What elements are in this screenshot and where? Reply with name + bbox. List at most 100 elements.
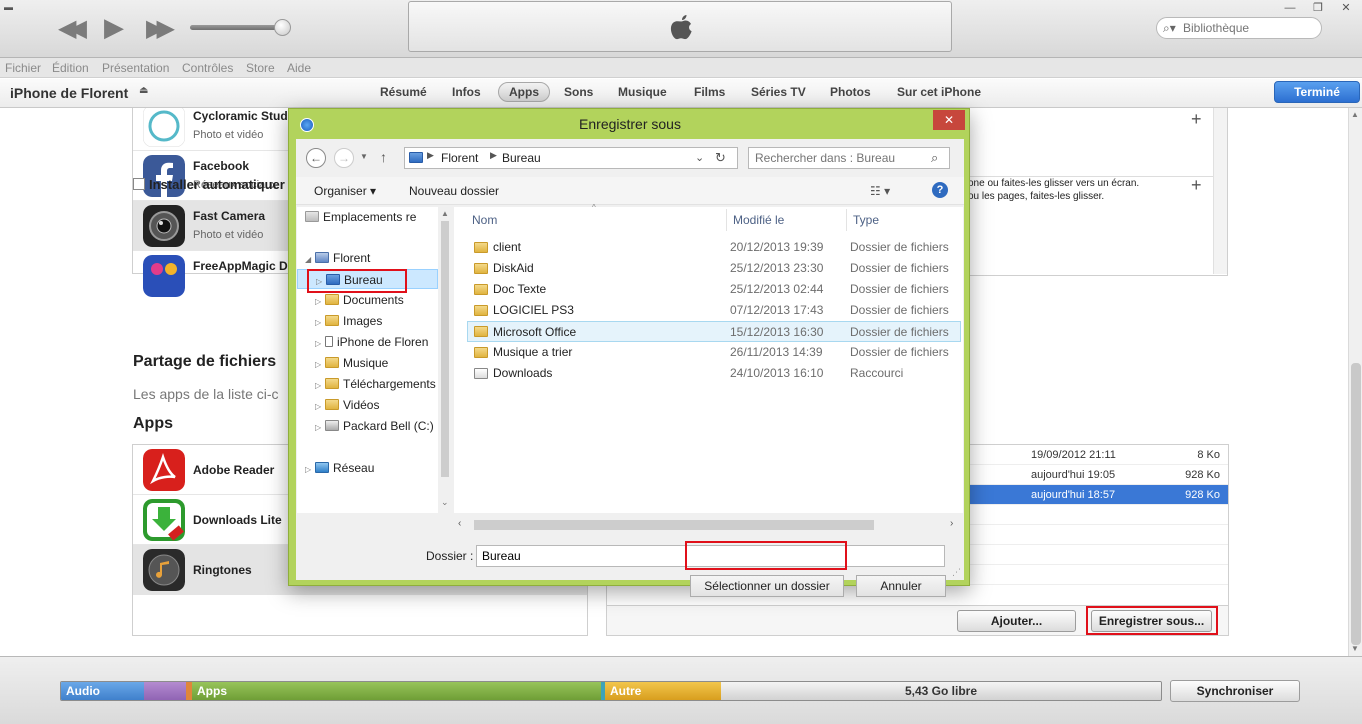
maximize-icon[interactable]: ❐ <box>1304 0 1332 18</box>
minimize-icon[interactable]: — <box>1276 0 1304 18</box>
tree-item-florent[interactable]: ◢ Florent <box>305 248 370 268</box>
folder-icon <box>474 347 488 358</box>
volume-knob[interactable] <box>274 19 291 36</box>
eject-icon[interactable]: ⏏ <box>139 85 148 96</box>
table-row[interactable]: Downloads 24/10/2013 16:10 Raccourci <box>468 363 962 384</box>
collapsed-arrow-icon[interactable]: ▷ <box>315 292 325 312</box>
menu-presentation[interactable]: Présentation <box>102 61 169 75</box>
dialog-search-input[interactable] <box>755 151 925 165</box>
menu-store[interactable]: Store <box>246 61 275 75</box>
fast-forward-icon[interactable]: ▶▶ <box>146 14 175 43</box>
library-search-box[interactable]: ⌕▾ <box>1156 17 1322 39</box>
capacity-free-segment: 5,43 Go libre <box>721 682 1161 700</box>
device-name[interactable]: iPhone de Florent <box>10 85 128 101</box>
tree-item-videos[interactable]: ▷ Vidéos <box>315 395 379 415</box>
recent-locations-chevron-icon[interactable]: ▼ <box>360 152 368 161</box>
table-row[interactable]: Microsoft Office 15/12/2013 16:30 Dossier … <box>467 321 961 342</box>
tab-resume[interactable]: Résumé <box>380 85 427 99</box>
tree-item-reseau[interactable]: ▷ Réseau <box>305 458 374 478</box>
collapsed-arrow-icon[interactable]: ▷ <box>315 418 325 438</box>
cancel-button[interactable]: Annuler <box>856 575 946 597</box>
select-folder-button[interactable]: Sélectionner un dossier <box>690 575 844 597</box>
resize-grip-icon[interactable]: ⋰ <box>952 567 961 578</box>
scroll-thumb[interactable] <box>441 221 449 477</box>
breadcrumb-bureau[interactable]: Bureau <box>502 151 541 165</box>
tab-photos[interactable]: Photos <box>830 85 871 99</box>
view-options-icon[interactable]: ☷ ▾ <box>870 184 890 198</box>
save-as-highlight-box <box>1086 606 1218 635</box>
file-list-hscrollbar[interactable]: ‹ › <box>454 517 963 533</box>
rewind-icon[interactable]: ◀◀ <box>58 14 87 43</box>
dialog-search-box[interactable]: ⌕ <box>748 147 950 169</box>
play-icon[interactable]: ▶ <box>104 12 124 43</box>
collapsed-arrow-icon[interactable]: ▷ <box>315 355 325 375</box>
collapsed-arrow-icon[interactable]: ▷ <box>315 397 325 417</box>
tab-infos[interactable]: Infos <box>452 85 481 99</box>
tree-label: Musique <box>343 356 389 370</box>
collapsed-arrow-icon[interactable]: ▷ <box>315 334 325 354</box>
scroll-left-icon[interactable]: ‹ <box>458 518 461 529</box>
organize-menu-button[interactable]: Organiser ▾ <box>314 184 376 198</box>
expanded-arrow-icon[interactable]: ◢ <box>305 250 315 270</box>
tree-item-telechargements[interactable]: ▷ Téléchargements <box>315 374 436 394</box>
scroll-thumb[interactable] <box>474 520 874 530</box>
menu-fichier[interactable]: Fichier <box>5 61 41 75</box>
tab-apps[interactable]: Apps <box>498 82 550 102</box>
column-header-type[interactable]: Type <box>853 213 879 227</box>
help-icon[interactable]: ? <box>932 182 948 198</box>
add-file-button[interactable]: Ajouter... <box>957 610 1076 632</box>
scroll-down-icon[interactable]: ▼ <box>1351 644 1359 653</box>
collapsed-arrow-icon[interactable]: ▷ <box>315 376 325 396</box>
refresh-icon[interactable]: ↻ <box>715 150 726 166</box>
collapsed-arrow-icon[interactable]: ▷ <box>315 313 325 333</box>
chevron-down-icon[interactable]: ⌄ <box>695 151 704 164</box>
folder-icon <box>474 263 488 274</box>
table-row[interactable]: client 20/12/2013 19:39 Dossier de fichier… <box>468 237 962 258</box>
main-scrollbar[interactable]: ▲ ▼ <box>1348 108 1362 656</box>
column-separator[interactable] <box>726 209 727 231</box>
tree-item-documents[interactable]: ▷ Documents <box>315 290 404 310</box>
iphone-device-icon <box>325 336 333 347</box>
menu-edition[interactable]: Édition <box>52 61 89 75</box>
file-name: Musique a trier <box>493 345 573 359</box>
breadcrumb-florent[interactable]: Florent <box>441 151 478 165</box>
tab-musique[interactable]: Musique <box>618 85 667 99</box>
column-separator[interactable] <box>846 209 847 231</box>
collapsed-arrow-icon[interactable]: ▷ <box>305 460 315 480</box>
tree-item-iphone[interactable]: ▷ iPhone de Floren <box>315 332 428 352</box>
column-header-modified[interactable]: Modifié le <box>733 213 784 227</box>
window-menu-icon[interactable]: ▬ <box>4 2 18 14</box>
tree-scrollbar[interactable]: ▲ ⌄ <box>438 207 452 513</box>
up-arrow-icon[interactable]: ↑ <box>380 149 387 165</box>
tab-series-tv[interactable]: Séries TV <box>751 85 806 99</box>
done-button[interactable]: Terminé <box>1274 81 1360 103</box>
forward-arrow-icon[interactable]: → <box>334 148 354 168</box>
close-window-icon[interactable]: ✕ <box>1332 0 1360 18</box>
table-row[interactable]: DiskAid 25/12/2013 23:30 Dossier de fichie… <box>468 258 962 279</box>
tree-item-images[interactable]: ▷ Images <box>315 311 382 331</box>
library-search-input[interactable] <box>1183 20 1315 36</box>
new-folder-button[interactable]: Nouveau dossier <box>409 184 499 198</box>
dialog-close-button[interactable]: ✕ <box>933 110 965 130</box>
scroll-thumb[interactable] <box>1351 363 1361 645</box>
scroll-up-icon[interactable]: ▲ <box>1351 110 1359 119</box>
scroll-right-icon[interactable]: › <box>950 518 953 529</box>
menu-controles[interactable]: Contrôles <box>182 61 233 75</box>
sync-button[interactable]: Synchroniser <box>1170 680 1300 702</box>
address-bar[interactable]: ▶ Florent ▶ Bureau ⌄ ↻ <box>404 147 738 169</box>
tab-sons[interactable]: Sons <box>564 85 593 99</box>
table-row[interactable]: LOGICIEL PS3 07/12/2013 17:43 Dossier de f… <box>468 300 962 321</box>
tab-films[interactable]: Films <box>694 85 725 99</box>
volume-slider[interactable] <box>190 25 286 30</box>
table-row[interactable]: Doc Texte 25/12/2013 02:44 Dossier de fich… <box>468 279 962 300</box>
tree-item-musique[interactable]: ▷ Musique <box>315 353 388 373</box>
tree-item-recent[interactable]: Emplacements re <box>305 207 416 227</box>
back-arrow-icon[interactable]: ← <box>306 148 326 168</box>
scroll-down-icon[interactable]: ⌄ <box>441 497 449 508</box>
tree-item-drive-c[interactable]: ▷ Packard Bell (C:) <box>315 416 434 436</box>
scroll-up-icon[interactable]: ▲ <box>441 209 449 218</box>
menu-aide[interactable]: Aide <box>287 61 311 75</box>
column-header-name[interactable]: Nom <box>472 213 497 227</box>
tab-sur-cet-iphone[interactable]: Sur cet iPhone <box>897 85 981 99</box>
table-row[interactable]: Musique a trier 26/11/2013 14:39 Dossier d… <box>468 342 962 363</box>
